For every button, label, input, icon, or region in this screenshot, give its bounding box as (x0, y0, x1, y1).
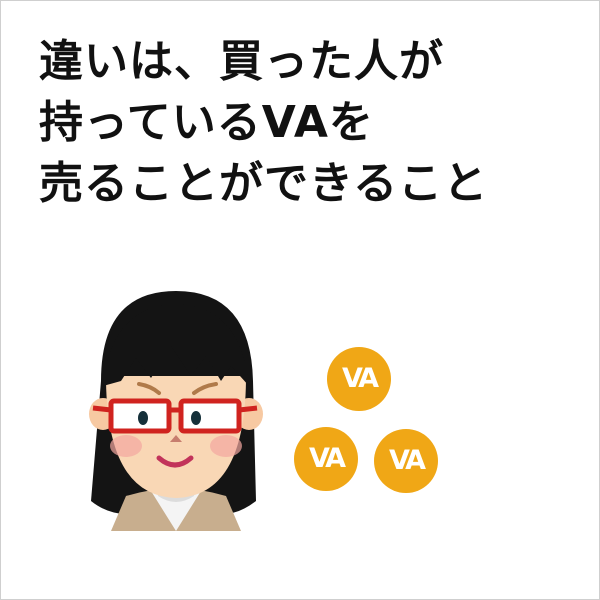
woman-with-glasses-illustration (89, 291, 263, 531)
headline: 違いは、買った人が 持っているVAを 売ることができること (39, 31, 488, 214)
headline-line-3: 売ることができること (39, 158, 489, 209)
headline-line-1: 違いは、買った人が (39, 36, 444, 87)
va-coin: VA (374, 429, 438, 493)
va-coin: VA (294, 427, 358, 491)
slide: 違いは、買った人が 持っているVAを 売ることができること VA VA VA (0, 0, 600, 600)
va-coin: VA (327, 347, 391, 411)
headline-line-2: 持っているVAを (39, 97, 374, 148)
